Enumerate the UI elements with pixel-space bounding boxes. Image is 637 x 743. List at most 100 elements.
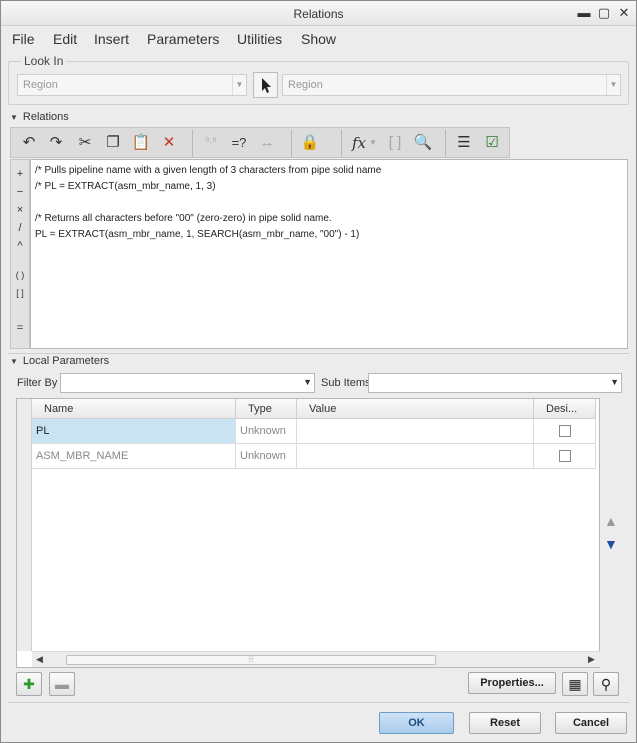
table-cell-value[interactable]: [297, 444, 534, 469]
scroll-right-icon[interactable]: ▶: [588, 654, 595, 665]
ok-button[interactable]: OK: [379, 712, 454, 734]
redo-icon[interactable]: ↷: [44, 131, 68, 155]
table-cell-name[interactable]: PL: [32, 419, 236, 444]
collapse-triangle-icon: ▼: [10, 113, 18, 122]
table-cell-type[interactable]: Unknown: [236, 419, 297, 444]
copy-icon[interactable]: ❐: [101, 131, 125, 155]
horizontal-scrollbar[interactable]: ◀ ⦙⦙⦙ ▶: [32, 651, 600, 667]
move-up-icon[interactable]: ▲: [604, 513, 618, 529]
toolbar-separator: [291, 130, 292, 157]
search-icon[interactable]: 🔍: [411, 131, 435, 155]
table-cell-value[interactable]: [297, 419, 534, 444]
minimize-button[interactable]: ▬: [575, 5, 593, 21]
operator-minus[interactable]: −: [11, 186, 29, 198]
operator-plus[interactable]: +: [11, 168, 29, 180]
relation-line: /* Returns all characters before "00" (z…: [35, 213, 332, 224]
menu-parameters[interactable]: Parameters: [147, 31, 219, 47]
filter-by-label: Filter By: [17, 377, 58, 389]
chevron-down-icon: ▼: [232, 75, 246, 95]
units-icon[interactable]: ⁰·⁰: [199, 131, 223, 155]
chevron-down-icon: ▼: [610, 377, 619, 387]
menu-file[interactable]: File: [12, 31, 35, 47]
operator-parentheses[interactable]: ( ): [11, 270, 29, 280]
operator-power[interactable]: ^: [11, 240, 29, 252]
properties-button[interactable]: Properties...: [468, 672, 556, 694]
select-item-button[interactable]: [253, 72, 278, 98]
menu-bar: File Edit Insert Parameters Utilities Sh…: [1, 27, 636, 53]
divider: [8, 702, 629, 703]
cancel-button[interactable]: Cancel: [555, 712, 627, 734]
relations-section-label: Relations: [22, 111, 69, 123]
sub-items-select[interactable]: ▼: [368, 373, 622, 393]
table-cell-name[interactable]: ASM_MBR_NAME: [32, 444, 236, 469]
function-dropdown-icon[interactable]: ▼: [367, 131, 379, 155]
column-header-type[interactable]: Type: [236, 399, 297, 419]
parentheses-icon[interactable]: [ ]: [383, 131, 407, 155]
title-bar: Relations ▬ ▢ ✕: [1, 1, 636, 26]
designate-checkbox[interactable]: [559, 425, 571, 437]
local-parameters-section-header[interactable]: ▼ Local Parameters: [10, 355, 109, 367]
move-down-icon[interactable]: ▼: [604, 536, 618, 552]
cut-icon[interactable]: ✂: [73, 131, 97, 155]
look-in-type-value: Region: [23, 79, 58, 91]
look-in-type-select[interactable]: Region ▼: [17, 74, 247, 96]
collapse-triangle-icon: ▼: [10, 357, 18, 366]
remove-parameter-button[interactable]: ▬: [49, 672, 75, 696]
column-header-designated[interactable]: Desi...: [534, 399, 596, 419]
relations-toolbar: ↶ ↷ ✂ ❐ 📋 ✕ ⁰·⁰ =? ↔ 🔒 fx ▼ [ ] 🔍 ☰ ☑: [10, 127, 510, 158]
paste-icon[interactable]: 📋: [129, 131, 153, 155]
relations-editor[interactable]: /* Pulls pipeline name with a given leng…: [30, 159, 628, 349]
parameters-table: Name Type Value Desi... PL Unknown ASM_M…: [16, 398, 600, 668]
relation-line: /* PL = EXTRACT(asm_mbr_name, 1, 3): [35, 181, 216, 192]
dimension-icon[interactable]: ↔: [255, 131, 279, 155]
table-cell-designated: [534, 419, 596, 444]
menu-utilities[interactable]: Utilities: [237, 31, 282, 47]
cursor-arrow-icon: [262, 78, 271, 93]
undo-icon[interactable]: ↶: [17, 131, 41, 155]
designate-checkbox[interactable]: [559, 450, 571, 462]
operator-column: + − × / ^ ( ) [ ] =: [10, 159, 30, 349]
binoculars-icon[interactable]: ⚲: [593, 672, 619, 696]
filter-by-select[interactable]: ▼: [60, 373, 315, 393]
column-header-name[interactable]: Name: [32, 399, 236, 419]
relation-line: PL = EXTRACT(asm_mbr_name, 1, SEARCH(asm…: [35, 229, 360, 240]
relations-section-header[interactable]: ▼ Relations: [10, 111, 69, 123]
verify-icon[interactable]: ☑: [480, 131, 504, 155]
operator-multiply[interactable]: ×: [11, 204, 29, 216]
column-header-value[interactable]: Value: [297, 399, 534, 419]
operator-equals[interactable]: =: [11, 322, 29, 334]
window-title: Relations: [293, 7, 344, 21]
menu-edit[interactable]: Edit: [53, 31, 77, 47]
chevron-down-icon: ▼: [303, 377, 312, 387]
look-in-item-value: Region: [288, 79, 323, 91]
chevron-down-icon: ▼: [606, 75, 620, 95]
maximize-button[interactable]: ▢: [595, 5, 613, 21]
relation-line: /* Pulls pipeline name with a given leng…: [35, 165, 382, 176]
sub-items-label: Sub Items: [321, 377, 371, 389]
close-button[interactable]: ✕: [615, 5, 633, 21]
operator-brackets[interactable]: [ ]: [11, 288, 29, 298]
table-columns-icon[interactable]: ▦: [562, 672, 588, 696]
table-cell-designated: [534, 444, 596, 469]
sort-icon[interactable]: ☰: [452, 131, 476, 155]
evaluate-icon[interactable]: =?: [227, 131, 251, 155]
delete-icon[interactable]: ✕: [157, 131, 181, 155]
lock-icon[interactable]: 🔒: [298, 131, 322, 155]
operator-divide[interactable]: /: [11, 222, 29, 234]
look-in-label: Look In: [21, 54, 67, 68]
toolbar-separator: [341, 130, 342, 157]
toolbar-separator: [192, 130, 193, 157]
toolbar-separator: [445, 130, 446, 157]
scroll-left-icon[interactable]: ◀: [36, 654, 43, 665]
local-parameters-label: Local Parameters: [22, 355, 110, 367]
relations-dialog: Relations ▬ ▢ ✕ File Edit Insert Paramet…: [0, 0, 637, 743]
scrollbar-thumb[interactable]: ⦙⦙⦙: [66, 655, 436, 665]
menu-show[interactable]: Show: [301, 31, 336, 47]
menu-insert[interactable]: Insert: [94, 31, 129, 47]
add-parameter-button[interactable]: ✚: [16, 672, 42, 696]
row-header-column: [17, 399, 32, 651]
reset-button[interactable]: Reset: [469, 712, 541, 734]
look-in-item-select[interactable]: Region ▼: [282, 74, 621, 96]
table-cell-type[interactable]: Unknown: [236, 444, 297, 469]
divider: [8, 353, 629, 354]
